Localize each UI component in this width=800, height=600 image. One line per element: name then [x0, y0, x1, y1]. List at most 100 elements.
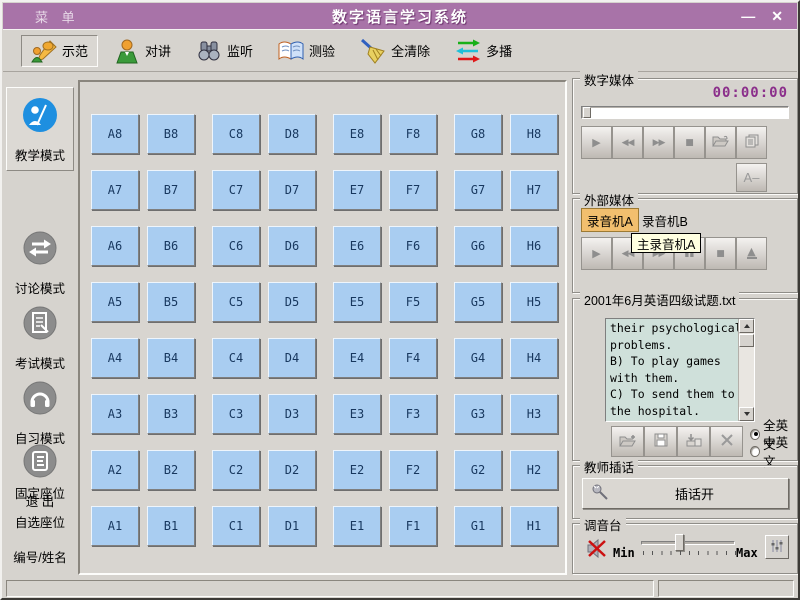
seat-button-E5[interactable]: E5 — [333, 282, 381, 322]
seat-button-E7[interactable]: E7 — [333, 170, 381, 210]
media-progress-thumb[interactable] — [583, 107, 591, 118]
seat-button-H8[interactable]: H8 — [510, 114, 558, 154]
menu-button[interactable]: 菜 单 — [35, 7, 80, 26]
toolbar-button-monitor[interactable]: 监听 — [187, 35, 262, 67]
toolbar-button-multicast[interactable]: 多播 — [446, 35, 521, 67]
seat-button-H7[interactable]: H7 — [510, 170, 558, 210]
seat-button-C6[interactable]: C6 — [212, 226, 260, 266]
seat-button-E8[interactable]: E8 — [333, 114, 381, 154]
exam-textarea[interactable]: their psychologicalproblems.B) To play g… — [605, 318, 755, 422]
seat-button-D8[interactable]: D8 — [268, 114, 316, 154]
dm-fast-forward-button[interactable]: ▶▶ — [643, 126, 674, 159]
scroll-thumb[interactable] — [739, 334, 754, 347]
toolbar-button-demo[interactable]: 示范 — [21, 35, 98, 67]
seat-button-A1[interactable]: A1 — [91, 506, 139, 546]
seat-button-G8[interactable]: G8 — [454, 114, 502, 154]
file-save-button[interactable] — [644, 426, 677, 457]
seat-button-F4[interactable]: F4 — [389, 338, 437, 378]
talk-on-button[interactable]: 插话开 — [582, 478, 789, 509]
seat-button-D3[interactable]: D3 — [268, 394, 316, 434]
media-progress-slider[interactable] — [581, 106, 789, 119]
seat-button-E4[interactable]: E4 — [333, 338, 381, 378]
file-open-button[interactable] — [611, 426, 644, 457]
seat-button-D7[interactable]: D7 — [268, 170, 316, 210]
seat-button-C2[interactable]: C2 — [212, 450, 260, 490]
seat-button-E1[interactable]: E1 — [333, 506, 381, 546]
seat-button-B6[interactable]: B6 — [147, 226, 195, 266]
seat-button-C4[interactable]: C4 — [212, 338, 260, 378]
dm-play-button[interactable]: ▶ — [581, 126, 612, 159]
close-button[interactable]: ✕ — [771, 9, 783, 23]
seat-button-E2[interactable]: E2 — [333, 450, 381, 490]
scroll-down-button[interactable] — [739, 407, 754, 421]
seat-button-D4[interactable]: D4 — [268, 338, 316, 378]
seat-button-H1[interactable]: H1 — [510, 506, 558, 546]
file-delete-button[interactable] — [710, 426, 743, 457]
scroll-up-button[interactable] — [739, 319, 754, 333]
sidebar-link-number-name[interactable]: 编号/姓名 — [3, 547, 77, 566]
seat-button-C5[interactable]: C5 — [212, 282, 260, 322]
seat-button-F5[interactable]: F5 — [389, 282, 437, 322]
toolbar-button-clear-all[interactable]: 全清除 — [351, 35, 439, 67]
dm-open-file-button[interactable] — [705, 126, 736, 159]
seat-button-A5[interactable]: A5 — [91, 282, 139, 322]
seat-button-F3[interactable]: F3 — [389, 394, 437, 434]
seat-button-G7[interactable]: G7 — [454, 170, 502, 210]
tab-recorder-a[interactable]: 录音机A — [581, 208, 639, 232]
volume-slider-thumb[interactable] — [675, 534, 684, 551]
mixer-panel-button[interactable] — [765, 535, 789, 559]
mute-speaker-icon[interactable] — [585, 536, 609, 565]
seat-button-C7[interactable]: C7 — [212, 170, 260, 210]
seat-button-G2[interactable]: G2 — [454, 450, 502, 490]
volume-slider-track[interactable] — [641, 541, 735, 545]
dm-rewind-button[interactable]: ◀◀ — [612, 126, 643, 159]
sidebar-link-fixed-seats[interactable]: 固定座位 — [3, 483, 77, 502]
seat-button-B8[interactable]: B8 — [147, 114, 195, 154]
em-play-button[interactable]: ▶ — [581, 237, 612, 270]
seat-button-D1[interactable]: D1 — [268, 506, 316, 546]
seat-button-A2[interactable]: A2 — [91, 450, 139, 490]
seat-button-G3[interactable]: G3 — [454, 394, 502, 434]
seat-button-B5[interactable]: B5 — [147, 282, 195, 322]
seat-button-D6[interactable]: D6 — [268, 226, 316, 266]
seat-button-B4[interactable]: B4 — [147, 338, 195, 378]
seat-button-A6[interactable]: A6 — [91, 226, 139, 266]
seat-button-H4[interactable]: H4 — [510, 338, 558, 378]
sidebar-item-teaching-mode[interactable]: 教学模式 — [6, 87, 74, 171]
seat-button-B3[interactable]: B3 — [147, 394, 195, 434]
em-eject-button[interactable]: ▲ — [736, 237, 767, 270]
seat-button-E3[interactable]: E3 — [333, 394, 381, 434]
seat-button-G4[interactable]: G4 — [454, 338, 502, 378]
seat-button-F8[interactable]: F8 — [389, 114, 437, 154]
radio-chinese-english[interactable]: 中英文 — [750, 443, 797, 459]
seat-button-C1[interactable]: C1 — [212, 506, 260, 546]
seat-button-F6[interactable]: F6 — [389, 226, 437, 266]
file-import-button[interactable] — [677, 426, 710, 457]
seat-button-A8[interactable]: A8 — [91, 114, 139, 154]
toolbar-button-quiz[interactable]: 测验 — [269, 35, 344, 67]
seat-button-F7[interactable]: F7 — [389, 170, 437, 210]
toolbar-button-intercom[interactable]: 对讲 — [105, 35, 180, 67]
seat-button-G6[interactable]: G6 — [454, 226, 502, 266]
seat-button-G1[interactable]: G1 — [454, 506, 502, 546]
minimize-button[interactable]: — — [741, 9, 755, 23]
sidebar-item-exam-mode[interactable]: 考试模式 — [8, 304, 72, 372]
dm-copy-button[interactable] — [736, 126, 767, 159]
em-stop-button[interactable]: ■ — [705, 237, 736, 270]
tab-recorder-b[interactable]: 录音机B — [637, 208, 693, 232]
seat-button-H6[interactable]: H6 — [510, 226, 558, 266]
dm-stop-button[interactable]: ■ — [674, 126, 705, 159]
seat-button-G5[interactable]: G5 — [454, 282, 502, 322]
textarea-scrollbar[interactable] — [738, 319, 754, 421]
seat-button-A4[interactable]: A4 — [91, 338, 139, 378]
sidebar-item-discussion-mode[interactable]: 讨论模式 — [8, 229, 72, 297]
sidebar-item-selfstudy-mode[interactable]: 自习模式 — [8, 379, 72, 447]
seat-button-H3[interactable]: H3 — [510, 394, 558, 434]
seat-button-F2[interactable]: F2 — [389, 450, 437, 490]
seat-button-A7[interactable]: A7 — [91, 170, 139, 210]
seat-button-D5[interactable]: D5 — [268, 282, 316, 322]
seat-button-H2[interactable]: H2 — [510, 450, 558, 490]
seat-button-E6[interactable]: E6 — [333, 226, 381, 266]
seat-button-D2[interactable]: D2 — [268, 450, 316, 490]
seat-button-B2[interactable]: B2 — [147, 450, 195, 490]
